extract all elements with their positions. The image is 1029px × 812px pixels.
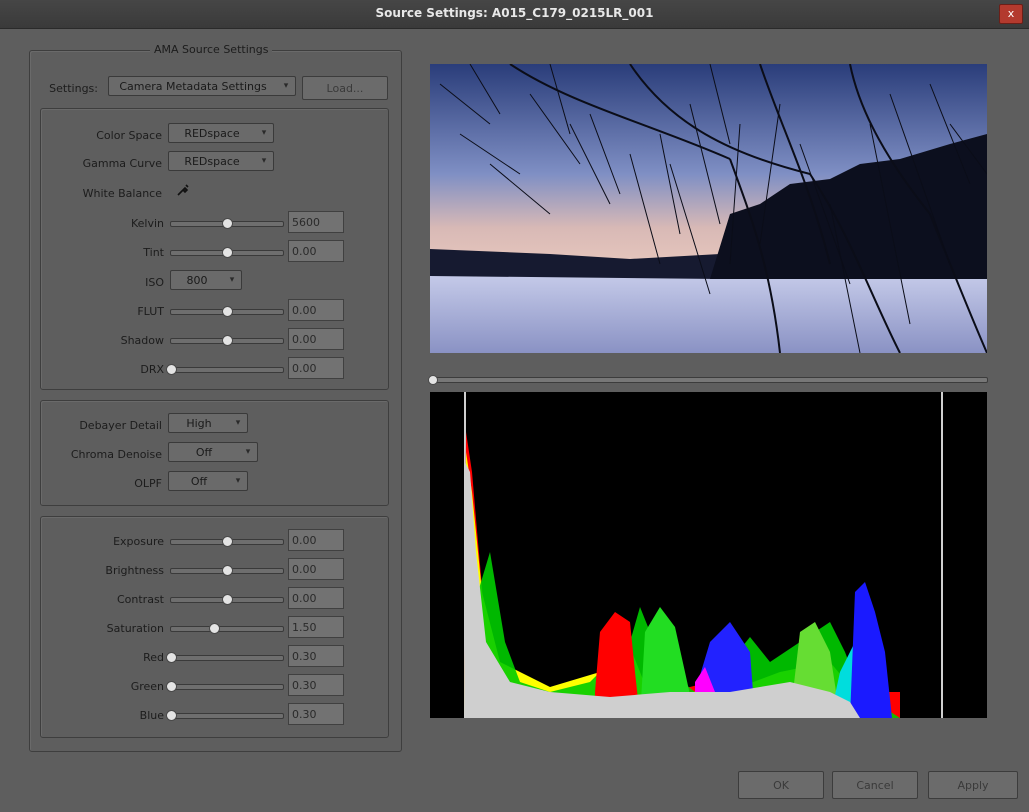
red-slider[interactable] xyxy=(166,652,284,663)
debayer-detail-label: Debayer Detail xyxy=(79,419,162,432)
exposure-slider-knob[interactable] xyxy=(222,536,233,547)
green-label: Green xyxy=(130,680,164,693)
debayer-detail-value: High xyxy=(186,417,212,430)
drx-label: DRX xyxy=(140,363,164,376)
blue-label: Blue xyxy=(139,709,164,722)
flut-field[interactable]: 0.00 xyxy=(288,299,344,321)
exposure-label: Exposure xyxy=(113,535,164,548)
chroma-denoise-label: Chroma Denoise xyxy=(70,448,162,461)
gamma-curve-label: Gamma Curve xyxy=(82,157,162,170)
red-label: Red xyxy=(143,651,164,664)
saturation-slider-knob[interactable] xyxy=(208,623,220,634)
cancel-button[interactable]: Cancel xyxy=(832,771,918,799)
load-button[interactable]: Load... xyxy=(302,76,388,100)
chevron-down-icon: ▾ xyxy=(283,81,289,91)
tint-field[interactable]: 0.00 xyxy=(288,240,344,262)
kelvin-label: Kelvin xyxy=(130,217,164,230)
kelvin-field[interactable]: 5600 xyxy=(288,211,344,233)
brightness-label: Brightness xyxy=(105,564,164,577)
contrast-slider-knob[interactable] xyxy=(222,594,233,605)
olpf-label: OLPF xyxy=(134,477,162,490)
flut-slider-knob[interactable] xyxy=(222,306,233,317)
drx-field[interactable]: 0.00 xyxy=(288,357,344,379)
close-icon: x xyxy=(1007,7,1015,20)
gamma-curve-value: REDspace xyxy=(184,155,240,168)
settings-dropdown[interactable]: Camera Metadata Settings ▾ xyxy=(108,76,296,96)
green-slider[interactable] xyxy=(166,681,284,692)
contrast-field[interactable]: 0.00 xyxy=(288,587,344,609)
brightness-slider[interactable] xyxy=(170,565,284,576)
gamma-curve-dropdown[interactable]: REDspace ▾ xyxy=(168,151,274,171)
drx-slider-knob[interactable] xyxy=(166,364,177,375)
blue-slider[interactable] xyxy=(166,710,284,721)
tint-slider[interactable] xyxy=(170,247,284,258)
color-space-label: Color Space xyxy=(96,129,162,142)
olpf-value: Off xyxy=(190,475,208,488)
chevron-down-icon: ▾ xyxy=(261,156,267,166)
contrast-slider[interactable] xyxy=(170,594,284,605)
drx-slider[interactable] xyxy=(166,364,284,375)
flut-label: FLUT xyxy=(137,305,164,318)
shadow-label: Shadow xyxy=(120,334,164,347)
iso-value: 800 xyxy=(186,274,208,287)
brightness-slider-knob[interactable] xyxy=(222,565,233,576)
window-title: Source Settings: A015_C179_0215LR_001 xyxy=(375,6,654,20)
video-preview xyxy=(430,64,987,353)
shadow-slider-knob[interactable] xyxy=(222,335,233,346)
settings-label: Settings: xyxy=(49,82,98,95)
exposure-slider[interactable] xyxy=(170,536,284,547)
playback-scrub-bar[interactable] xyxy=(428,375,988,385)
chevron-down-icon: ▾ xyxy=(235,418,241,428)
iso-label: ISO xyxy=(145,276,164,289)
ok-button[interactable]: OK xyxy=(738,771,824,799)
iso-dropdown[interactable]: 800 ▾ xyxy=(170,270,242,290)
saturation-label: Saturation xyxy=(106,622,164,635)
kelvin-slider-knob[interactable] xyxy=(222,218,233,229)
brightness-field[interactable]: 0.00 xyxy=(288,558,344,580)
saturation-slider[interactable] xyxy=(170,623,284,634)
tint-label: Tint xyxy=(143,246,164,259)
histogram-graph xyxy=(464,392,943,718)
shadow-field[interactable]: 0.00 xyxy=(288,328,344,350)
exposure-field[interactable]: 0.00 xyxy=(288,529,344,551)
kelvin-slider[interactable] xyxy=(170,218,284,229)
olpf-dropdown[interactable]: Off ▾ xyxy=(168,471,248,491)
apply-button[interactable]: Apply xyxy=(928,771,1018,799)
chroma-denoise-dropdown[interactable]: Off ▾ xyxy=(168,442,258,462)
green-slider-knob[interactable] xyxy=(166,681,177,692)
white-balance-label: White Balance xyxy=(82,187,162,200)
flut-slider[interactable] xyxy=(170,306,284,317)
color-space-dropdown[interactable]: REDspace ▾ xyxy=(168,123,274,143)
tint-slider-knob[interactable] xyxy=(222,247,233,258)
chevron-down-icon: ▾ xyxy=(235,476,241,486)
blue-field[interactable]: 0.30 xyxy=(288,703,344,725)
saturation-field[interactable]: 1.50 xyxy=(288,616,344,638)
chevron-down-icon: ▾ xyxy=(229,275,235,285)
preview-frame-image xyxy=(430,64,987,353)
histogram-display xyxy=(430,392,987,718)
settings-dropdown-value: Camera Metadata Settings xyxy=(119,80,267,93)
color-space-value: REDspace xyxy=(184,127,240,140)
chroma-denoise-value: Off xyxy=(195,446,213,459)
title-bar: Source Settings: A015_C179_0215LR_001 x xyxy=(0,0,1029,29)
red-slider-knob[interactable] xyxy=(166,652,177,663)
ama-group-title: AMA Source Settings xyxy=(150,43,273,56)
contrast-label: Contrast xyxy=(116,593,164,606)
eyedropper-icon[interactable] xyxy=(176,183,190,197)
red-field[interactable]: 0.30 xyxy=(288,645,344,667)
shadow-slider[interactable] xyxy=(170,335,284,346)
chevron-down-icon: ▾ xyxy=(261,128,267,138)
chevron-down-icon: ▾ xyxy=(245,447,251,457)
close-button[interactable]: x xyxy=(999,4,1023,24)
green-field[interactable]: 0.30 xyxy=(288,674,344,696)
playhead-knob[interactable] xyxy=(428,375,438,385)
blue-slider-knob[interactable] xyxy=(166,710,177,721)
debayer-detail-dropdown[interactable]: High ▾ xyxy=(168,413,248,433)
